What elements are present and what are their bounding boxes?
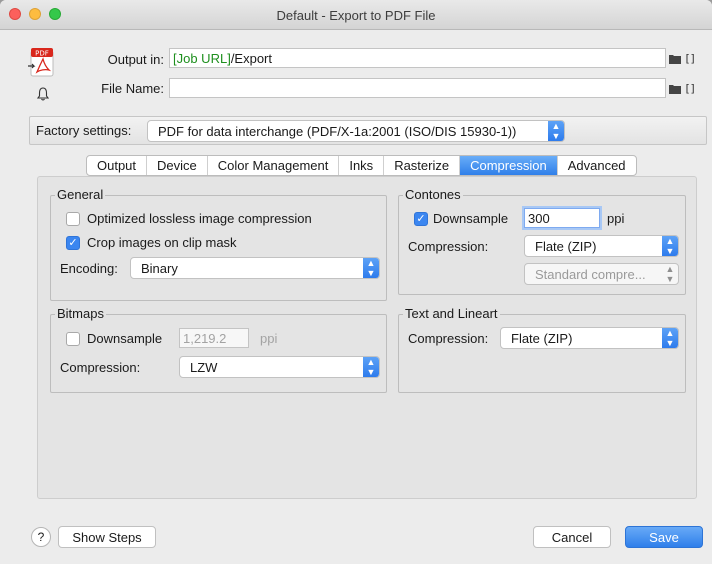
popup-arrows-icon: ▲ ▼ bbox=[662, 236, 678, 256]
text-lineart-group: Text and Lineart Compression: Flate (ZIP… bbox=[398, 306, 686, 393]
variable-bracket-icon[interactable]: [] bbox=[684, 82, 696, 95]
bitmaps-group: Bitmaps Downsample 1,219.2 ppi Compressi… bbox=[50, 306, 387, 393]
bell-icon[interactable] bbox=[36, 87, 50, 101]
tab-inks[interactable]: Inks bbox=[339, 156, 385, 175]
contones-compression-label: Compression: bbox=[408, 239, 489, 254]
contones-downsample-label: Downsample bbox=[433, 211, 509, 226]
optimized-compression-checkbox[interactable] bbox=[66, 212, 80, 226]
general-group-title: General bbox=[55, 187, 106, 202]
tab-advanced[interactable]: Advanced bbox=[558, 156, 636, 175]
tab-color-management[interactable]: Color Management bbox=[208, 156, 340, 175]
bitmaps-ppi-input[interactable]: 1,219.2 bbox=[179, 328, 249, 348]
popup-arrows-icon: ▲ ▼ bbox=[363, 258, 379, 278]
factory-settings-bar: Factory settings: PDF for data interchan… bbox=[29, 116, 707, 145]
output-path-variable: [Job URL] bbox=[173, 51, 231, 66]
popup-arrows-icon: ▲ ▼ bbox=[363, 357, 379, 377]
window-title: Default - Export to PDF File bbox=[276, 8, 436, 23]
folder-icon[interactable] bbox=[669, 84, 681, 94]
title-bar: Default - Export to PDF File bbox=[0, 0, 712, 30]
popup-arrows-icon: ▲ ▼ bbox=[548, 121, 564, 141]
text-lineart-group-title: Text and Lineart bbox=[403, 306, 500, 321]
contones-quality-popup[interactable]: Standard compre... ▲ ▼ bbox=[524, 263, 679, 285]
optimized-compression-label: Optimized lossless image compression bbox=[87, 211, 312, 226]
output-in-field[interactable]: [Job URL]/Export bbox=[169, 48, 666, 68]
factory-settings-value: PDF for data interchange (PDF/X-1a:2001 … bbox=[158, 124, 517, 139]
text-lineart-compression-label: Compression: bbox=[408, 331, 489, 346]
tab-device[interactable]: Device bbox=[147, 156, 208, 175]
contones-group: Contones ✓ Downsample 300 ppi Compressio… bbox=[398, 187, 686, 295]
cancel-button[interactable]: Cancel bbox=[533, 526, 611, 548]
text-lineart-compression-value: Flate (ZIP) bbox=[511, 331, 573, 346]
tab-compression[interactable]: Compression bbox=[460, 156, 558, 175]
factory-settings-label: Factory settings: bbox=[36, 123, 132, 138]
contones-ppi-input[interactable]: 300 bbox=[524, 208, 600, 228]
export-pdf-dialog: Default - Export to PDF File PDF Output … bbox=[0, 0, 712, 564]
bitmaps-compression-label: Compression: bbox=[60, 360, 141, 375]
folder-icon[interactable] bbox=[669, 54, 681, 64]
general-group: General Optimized lossless image compres… bbox=[50, 187, 387, 301]
bitmaps-compression-value: LZW bbox=[190, 360, 218, 375]
crop-images-checkbox[interactable]: ✓ bbox=[66, 236, 80, 250]
bitmaps-group-title: Bitmaps bbox=[55, 306, 106, 321]
bitmaps-downsample-checkbox[interactable] bbox=[66, 332, 80, 346]
bitmaps-downsample-label: Downsample bbox=[87, 331, 163, 346]
bitmaps-ppi-unit: ppi bbox=[260, 331, 278, 346]
file-name-field[interactable] bbox=[169, 78, 666, 98]
tab-output[interactable]: Output bbox=[87, 156, 148, 175]
crop-images-label: Crop images on clip mask bbox=[87, 235, 237, 250]
bitmaps-compression-popup[interactable]: LZW ▲ ▼ bbox=[179, 356, 380, 378]
pdf-file-icon: PDF bbox=[28, 48, 54, 77]
contones-compression-value: Flate (ZIP) bbox=[535, 239, 597, 254]
contones-compression-popup[interactable]: Flate (ZIP) ▲ ▼ bbox=[524, 235, 679, 257]
encoding-popup[interactable]: Binary ▲ ▼ bbox=[130, 257, 380, 279]
compression-panel: General Optimized lossless image compres… bbox=[37, 176, 697, 499]
show-steps-button[interactable]: Show Steps bbox=[58, 526, 156, 548]
settings-tabs: Output Device Color Management Inks Rast… bbox=[86, 155, 637, 176]
popup-arrows-icon: ▲ ▼ bbox=[665, 264, 675, 284]
contones-group-title: Contones bbox=[403, 187, 463, 202]
output-in-label: Output in: bbox=[107, 52, 164, 67]
popup-arrows-icon: ▲ ▼ bbox=[662, 328, 678, 348]
encoding-label: Encoding: bbox=[60, 261, 118, 276]
contones-ppi-unit: ppi bbox=[607, 211, 625, 226]
help-button[interactable]: ? bbox=[31, 527, 51, 547]
tab-rasterize[interactable]: Rasterize bbox=[384, 156, 461, 175]
contones-quality-value: Standard compre... bbox=[535, 267, 646, 282]
encoding-value: Binary bbox=[141, 261, 178, 276]
pdf-icon-label: PDF bbox=[35, 50, 49, 58]
output-path-text: /Export bbox=[230, 51, 272, 66]
save-button[interactable]: Save bbox=[625, 526, 703, 548]
variable-bracket-icon[interactable]: [] bbox=[684, 52, 696, 65]
file-name-label: File Name: bbox=[101, 81, 164, 96]
text-lineart-compression-popup[interactable]: Flate (ZIP) ▲ ▼ bbox=[500, 327, 679, 349]
factory-settings-popup[interactable]: PDF for data interchange (PDF/X-1a:2001 … bbox=[147, 120, 565, 142]
contones-downsample-checkbox[interactable]: ✓ bbox=[414, 212, 428, 226]
